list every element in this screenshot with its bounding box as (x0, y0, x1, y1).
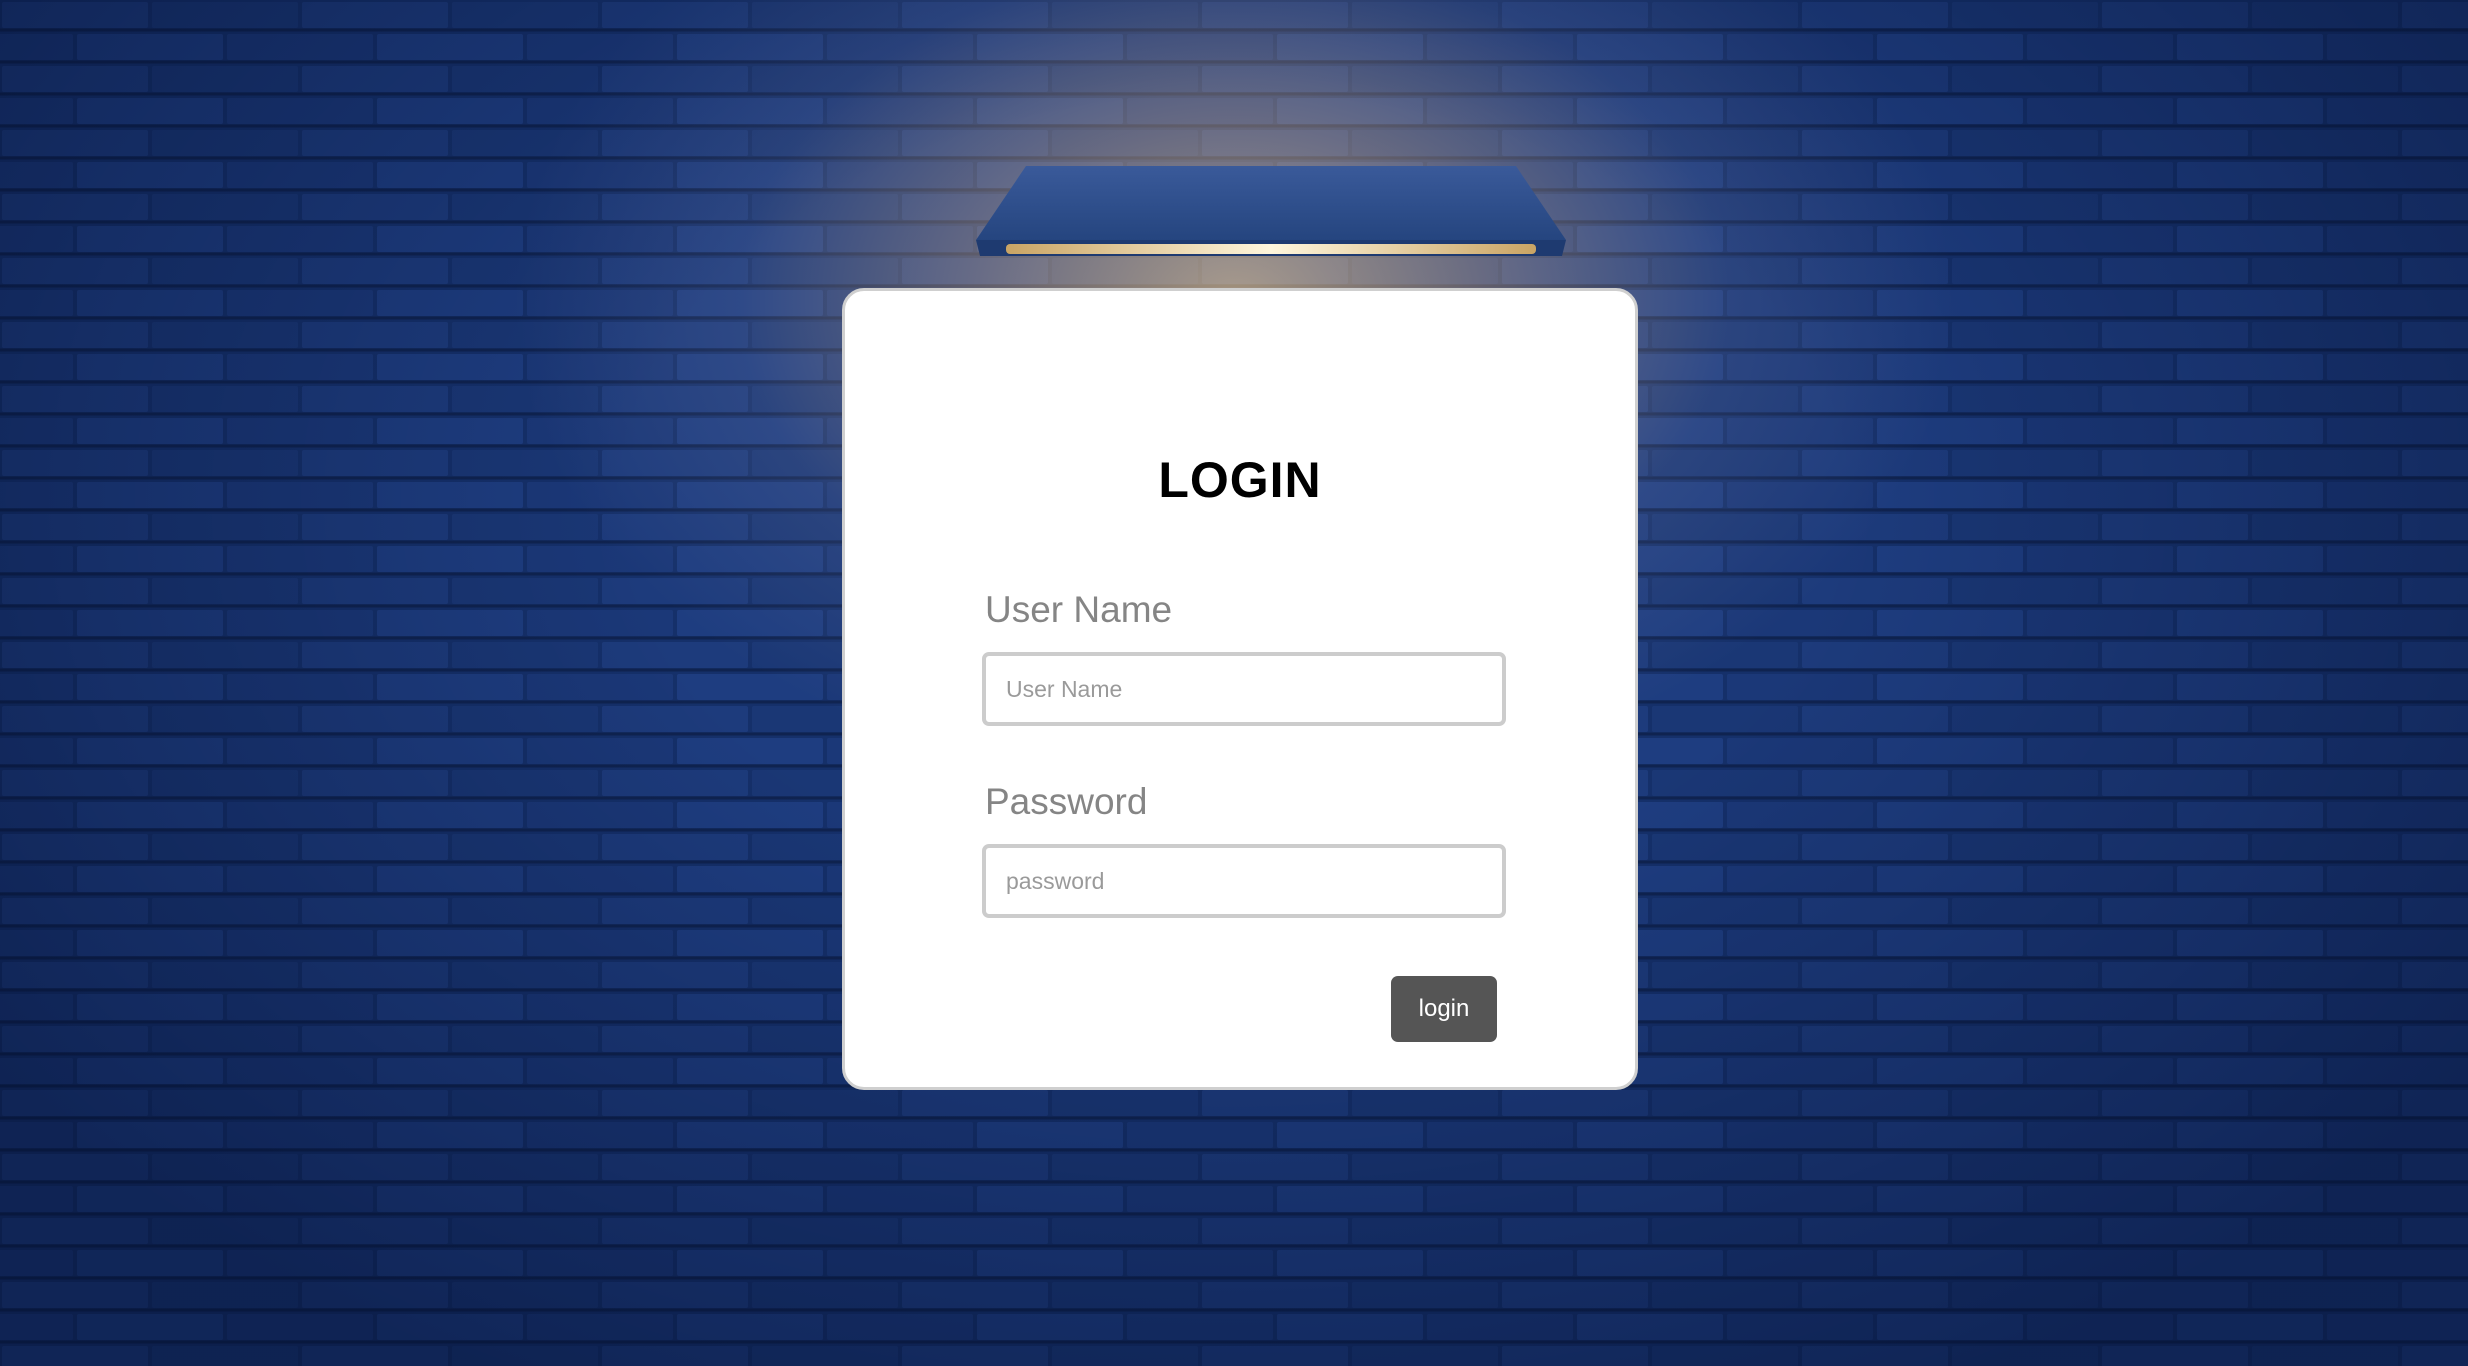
login-button[interactable]: login (1391, 976, 1497, 1042)
wall-lamp-icon (976, 166, 1566, 256)
login-card: LOGIN User Name Password (842, 288, 1638, 1090)
username-input[interactable] (982, 652, 1506, 726)
password-label: Password (985, 781, 1148, 822)
login-title: LOGIN (1158, 452, 1322, 508)
login-button-wrapper: login (1391, 976, 1497, 1042)
username-label: User Name (985, 589, 1173, 630)
password-input[interactable] (982, 844, 1506, 918)
